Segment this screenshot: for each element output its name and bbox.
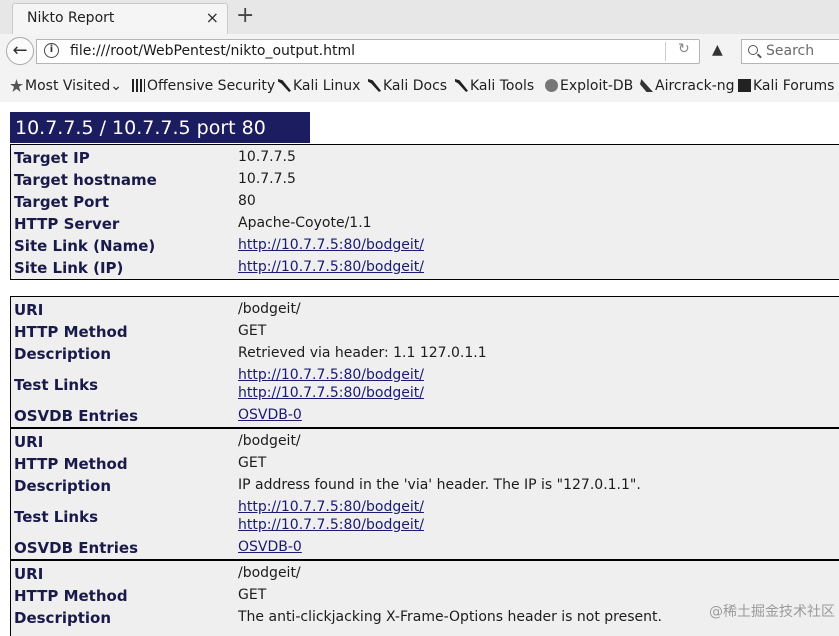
test-link[interactable]: http://10.7.7.5:80/bodgeit/ — [238, 367, 424, 383]
report-header: 10.7.7.5 / 10.7.7.5 port 80 — [10, 112, 310, 143]
host-label: Site Link (Name) — [14, 237, 156, 255]
bookmark-kali-forums[interactable]: Kali Forums — [738, 78, 834, 94]
kali-dragon-icon — [278, 79, 291, 92]
search-placeholder: Search — [766, 43, 815, 59]
test-link[interactable]: http://10.7.7.5:80/bodgeit/ — [238, 499, 424, 515]
uri-value: /bodgeit/ — [238, 301, 301, 317]
host-label: HTTP Server — [14, 215, 120, 233]
aircrack-icon — [640, 79, 653, 92]
host-value: 10.7.7.5 — [238, 171, 296, 187]
host-value: 80 — [238, 193, 256, 209]
host-label: Target Port — [14, 193, 109, 211]
method-label: HTTP Method — [14, 323, 128, 341]
new-tab-button[interactable]: + — [236, 3, 254, 28]
bookmark-kali-linux[interactable]: Kali Linux — [278, 78, 360, 94]
star-icon — [10, 79, 23, 92]
tab-title: Nikto Report — [27, 10, 115, 26]
watermark: @稀土掘金技术社区 — [709, 604, 835, 620]
description-value: Retrieved via header: 1.1 127.0.1.1 — [238, 345, 487, 361]
test-links-label: Test Links — [14, 508, 99, 526]
osvdb-link[interactable]: OSVDB-0 — [238, 407, 302, 423]
bookmark-kali-docs[interactable]: Kali Docs — [368, 78, 447, 94]
uri-value: /bodgeit/ — [238, 565, 301, 581]
url-divider — [665, 42, 666, 61]
description-value: IP address found in the 'via' header. Th… — [238, 477, 641, 493]
uri-label: URI — [14, 301, 44, 319]
page-content: 10.7.7.5 / 10.7.7.5 port 80 Target IP 10… — [0, 102, 839, 636]
uri-value: /bodgeit/ — [238, 433, 301, 449]
osvdb-label: OSVDB Entries — [14, 539, 139, 557]
finding-divider — [11, 559, 839, 561]
search-icon — [748, 45, 758, 55]
method-value: GET — [238, 323, 267, 339]
method-label: HTTP Method — [14, 587, 128, 605]
finding-divider — [11, 427, 839, 429]
url-bar[interactable]: i file:///root/WebPentest/nikto_output.h… — [36, 39, 700, 64]
method-label: HTTP Method — [14, 455, 128, 473]
offsec-icon — [132, 79, 145, 92]
url-text[interactable]: file:///root/WebPentest/nikto_output.htm… — [70, 43, 355, 59]
site-link-name[interactable]: http://10.7.7.5:80/bodgeit/ — [238, 237, 424, 253]
bookmark-aircrack-ng[interactable]: Aircrack-ng — [640, 78, 735, 94]
navigation-bar: ← i file:///root/WebPentest/nikto_output… — [0, 34, 839, 70]
back-button[interactable]: ← — [6, 37, 34, 65]
host-value: 10.7.7.5 — [238, 149, 296, 165]
info-icon[interactable]: i — [44, 43, 59, 58]
findings-table: URI /bodgeit/ HTTP Method GET Descriptio… — [10, 296, 839, 636]
bookmark-most-visited[interactable]: Most Visited⌄ — [10, 78, 122, 94]
osvdb-label: OSVDB Entries — [14, 407, 139, 425]
host-label: Site Link (IP) — [14, 259, 124, 277]
uri-label: URI — [14, 433, 44, 451]
kali-forums-icon — [738, 79, 751, 92]
host-value: Apache-Coyote/1.1 — [238, 215, 372, 231]
extension-icon[interactable]: ▲ — [712, 42, 723, 58]
description-value: The anti-clickjacking X-Frame-Options he… — [238, 609, 662, 625]
bookmarks-toolbar: Most Visited⌄ Offensive Security Kali Li… — [0, 70, 839, 103]
report-header-text: 10.7.7.5 / 10.7.7.5 port 80 — [15, 117, 266, 139]
host-label: Target hostname — [14, 171, 157, 189]
description-label: Description — [14, 345, 112, 363]
test-link[interactable]: http://10.7.7.5:80/bodgeit/ — [238, 385, 424, 401]
exploit-db-icon — [545, 79, 558, 92]
method-value: GET — [238, 587, 267, 603]
description-label: Description — [14, 477, 112, 495]
search-input[interactable]: Search — [741, 39, 839, 64]
test-link[interactable]: http://10.7.7.5:80/bodgeit/ — [238, 517, 424, 533]
bookmark-offensive-security[interactable]: Offensive Security — [132, 78, 275, 94]
tab-bar: Nikto Report × + — [0, 0, 839, 35]
osvdb-link[interactable]: OSVDB-0 — [238, 539, 302, 555]
kali-dragon-icon — [455, 79, 468, 92]
test-links-label: Test Links — [14, 376, 99, 394]
close-tab-icon[interactable]: × — [206, 8, 219, 27]
kali-dragon-icon — [368, 79, 381, 92]
site-link-ip[interactable]: http://10.7.7.5:80/bodgeit/ — [238, 259, 424, 275]
uri-label: URI — [14, 565, 44, 583]
method-value: GET — [238, 455, 267, 471]
host-info-table: Target IP 10.7.7.5 Target hostname 10.7.… — [10, 144, 839, 280]
reload-icon[interactable]: ↻ — [678, 41, 690, 57]
tab-nikto-report[interactable]: Nikto Report × — [12, 3, 228, 34]
description-label: Description — [14, 609, 112, 627]
bookmark-kali-tools[interactable]: Kali Tools — [455, 78, 534, 94]
host-label: Target IP — [14, 149, 90, 167]
bookmark-exploit-db[interactable]: Exploit-DB — [545, 78, 633, 94]
